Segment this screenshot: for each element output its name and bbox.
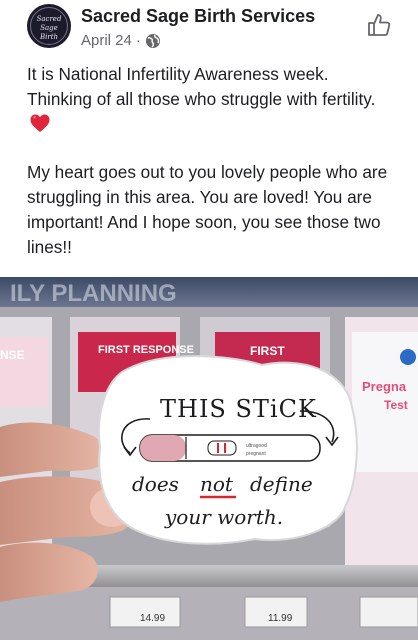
stick-small-text-1: ultragood xyxy=(246,443,267,449)
stick-small-text-2: pregnant xyxy=(246,451,266,457)
globe-icon xyxy=(145,33,160,48)
facebook-post: Sacred Sage Birth Sacred Sage Birth Serv… xyxy=(0,0,418,640)
post-date[interactable]: April 24 xyxy=(81,32,132,49)
photo-scene: ILY PLANNING NSE FIRST RESPONSE FIRST Pr… xyxy=(0,277,418,640)
avatar-logo-line2: Birth xyxy=(39,33,59,41)
sticker-not: not xyxy=(200,472,234,496)
avatar-logo-line1: Sacred Sage xyxy=(36,15,62,32)
author-name[interactable]: Sacred Sage Birth Services xyxy=(81,6,315,27)
thumbs-up-icon[interactable] xyxy=(366,12,392,38)
box-label-pregna: Pregna xyxy=(362,379,407,394)
red-heart-emoji-icon xyxy=(30,114,50,132)
price-tag-11-99: 11.99 xyxy=(268,613,293,624)
box-label-first: FIRST xyxy=(250,344,285,358)
avatar[interactable]: Sacred Sage Birth xyxy=(27,4,71,48)
post-paragraph-1: It is National Infertility Awareness wee… xyxy=(27,62,397,137)
sticker-line-3: your worth. xyxy=(164,505,283,529)
store-sign-text: ILY PLANNING xyxy=(10,280,177,307)
post-photo[interactable]: ILY PLANNING NSE FIRST RESPONSE FIRST Pr… xyxy=(0,277,418,640)
box-label-first-response: FIRST RESPONSE xyxy=(98,344,194,356)
box-label-test: Test xyxy=(384,398,408,412)
avatar-logo-text: Sacred Sage Birth xyxy=(27,15,71,42)
paragraph-1-text: It is National Infertility Awareness wee… xyxy=(27,64,376,109)
post-text: It is National Infertility Awareness wee… xyxy=(27,62,397,283)
sticker-does: does xyxy=(132,472,179,496)
sticker-define: define xyxy=(250,472,313,496)
box-label-nse: NSE xyxy=(0,348,25,362)
pregnancy-test-stick-icon: ultragood pregnant xyxy=(139,434,321,462)
sticker-line-1: THIS STiCK xyxy=(160,395,317,423)
post-meta: April 24 · xyxy=(81,32,161,49)
price-tag-14-99: 14.99 xyxy=(140,613,165,624)
post-paragraph-2: My heart goes out to you lovely people w… xyxy=(27,162,388,257)
post-header: Sacred Sage Birth Sacred Sage Birth Serv… xyxy=(0,0,418,62)
meta-separator: · xyxy=(135,32,141,49)
